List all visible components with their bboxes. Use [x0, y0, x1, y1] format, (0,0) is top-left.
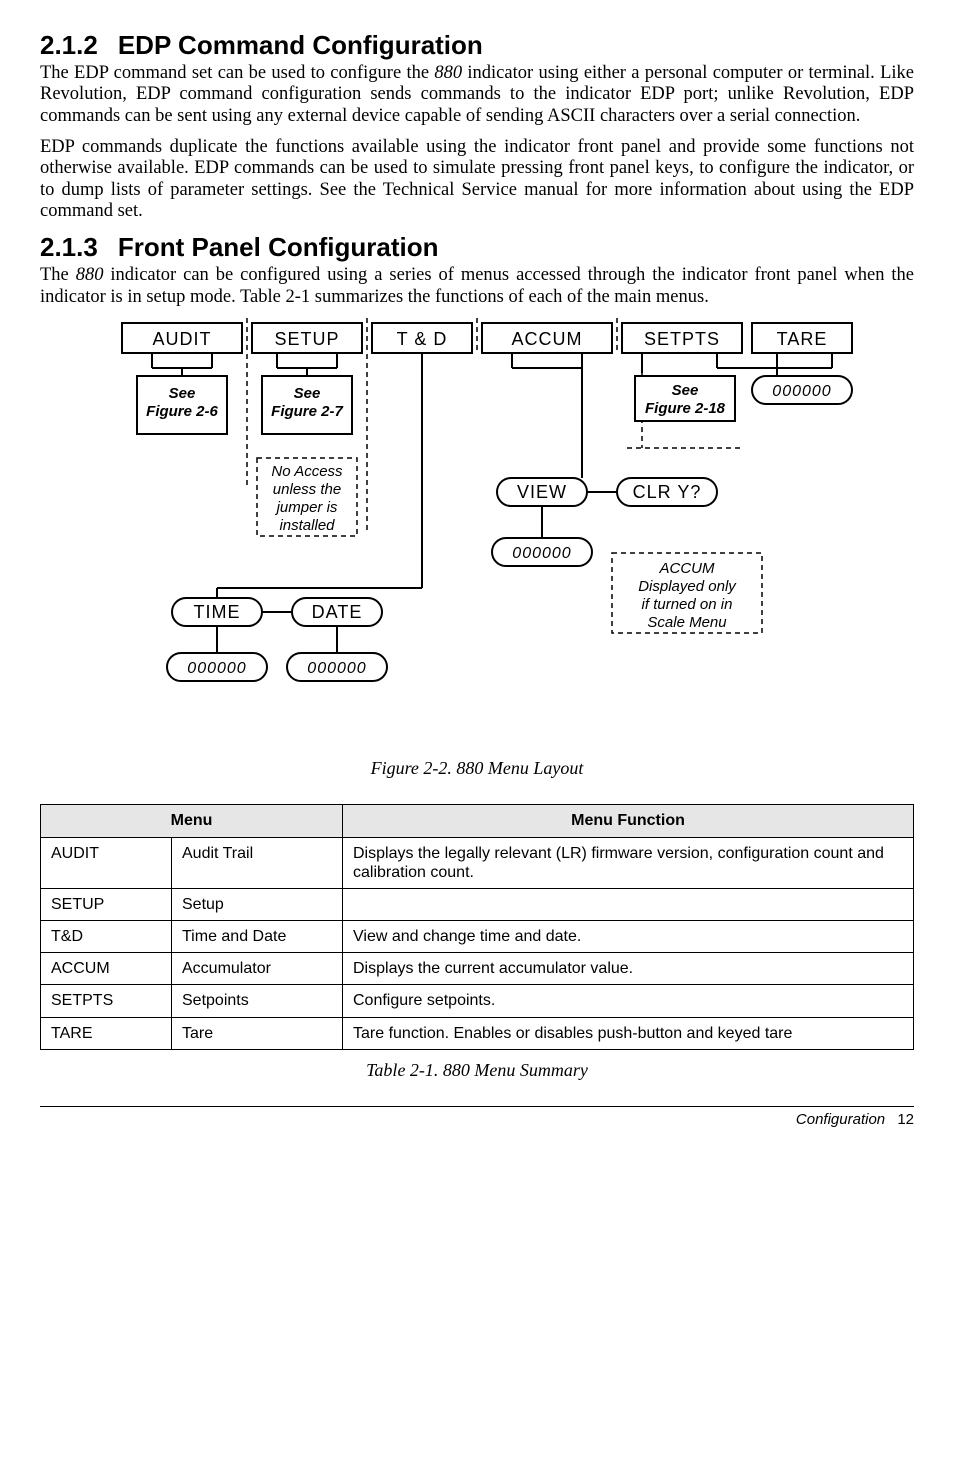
menu-layout-figure: AUDIT SETUP T & D ACCUM SETPTS TARE See …: [40, 318, 914, 738]
svg-text:ACCUM: ACCUM: [659, 560, 716, 577]
svg-text:DATE: DATE: [312, 602, 363, 622]
svg-text:VIEW: VIEW: [517, 482, 567, 502]
svg-text:000000: 000000: [512, 545, 571, 562]
heading-num: 2.1.3: [40, 232, 98, 262]
para-212-1: The EDP command set can be used to confi…: [40, 63, 914, 127]
footer-page: 12: [897, 1111, 914, 1128]
svg-text:installed: installed: [279, 517, 335, 534]
svg-text:jumper is: jumper is: [275, 499, 338, 516]
th-menu: Menu: [41, 805, 343, 837]
svg-text:No Access: No Access: [271, 463, 343, 480]
heading-title: Front Panel Configuration: [118, 232, 439, 262]
th-func: Menu Function: [343, 805, 914, 837]
svg-text:SETPTS: SETPTS: [644, 329, 720, 349]
menu-summary-table: Menu Menu Function AUDITAudit TrailDispl…: [40, 804, 914, 1050]
svg-text:unless the: unless the: [273, 481, 341, 498]
para-213-1: The 880 indicator can be configured usin…: [40, 265, 914, 308]
svg-text:Scale Menu: Scale Menu: [647, 614, 727, 631]
table-row: AUDITAudit TrailDisplays the legally rel…: [41, 837, 914, 888]
figure-caption: Figure 2-2. 880 Menu Layout: [40, 758, 914, 780]
table-row: SETUPSetup: [41, 888, 914, 920]
svg-text:SETUP: SETUP: [274, 329, 339, 349]
para-212-2: EDP commands duplicate the functions ava…: [40, 137, 914, 222]
table-row: ACCUMAccumulatorDisplays the current acc…: [41, 953, 914, 985]
svg-text:See: See: [672, 382, 699, 399]
menu-diagram-svg: AUDIT SETUP T & D ACCUM SETPTS TARE See …: [82, 318, 872, 738]
svg-text:See: See: [169, 385, 196, 402]
svg-text:See: See: [294, 385, 321, 402]
heading-212: 2.1.2 EDP Command Configuration: [40, 30, 914, 61]
svg-text:Figure 2-6: Figure 2-6: [146, 403, 218, 420]
svg-text:ACCUM: ACCUM: [512, 329, 583, 349]
heading-213: 2.1.3 Front Panel Configuration: [40, 232, 914, 263]
svg-text:if turned on in: if turned on in: [642, 596, 733, 613]
svg-text:000000: 000000: [772, 383, 831, 400]
svg-text:TARE: TARE: [777, 329, 828, 349]
svg-text:CLR Y?: CLR Y?: [633, 482, 702, 502]
footer-section: Configuration: [796, 1111, 885, 1128]
svg-text:AUDIT: AUDIT: [153, 329, 212, 349]
page-footer: Configuration 12: [40, 1106, 914, 1129]
table-row: T&DTime and DateView and change time and…: [41, 921, 914, 953]
svg-text:TIME: TIME: [194, 602, 241, 622]
table-caption: Table 2-1. 880 Menu Summary: [40, 1060, 914, 1082]
table-row: SETPTSSetpointsConfigure setpoints.: [41, 985, 914, 1017]
table-row: TARETareTare function. Enables or disabl…: [41, 1017, 914, 1049]
svg-text:Figure 2-18: Figure 2-18: [645, 400, 726, 417]
heading-num: 2.1.2: [40, 30, 98, 60]
svg-text:Displayed only: Displayed only: [638, 578, 737, 595]
svg-text:000000: 000000: [307, 660, 366, 677]
svg-text:Figure 2-7: Figure 2-7: [271, 403, 343, 420]
heading-title: EDP Command Configuration: [118, 30, 483, 60]
svg-text:000000: 000000: [187, 660, 246, 677]
svg-text:T & D: T & D: [397, 329, 448, 349]
